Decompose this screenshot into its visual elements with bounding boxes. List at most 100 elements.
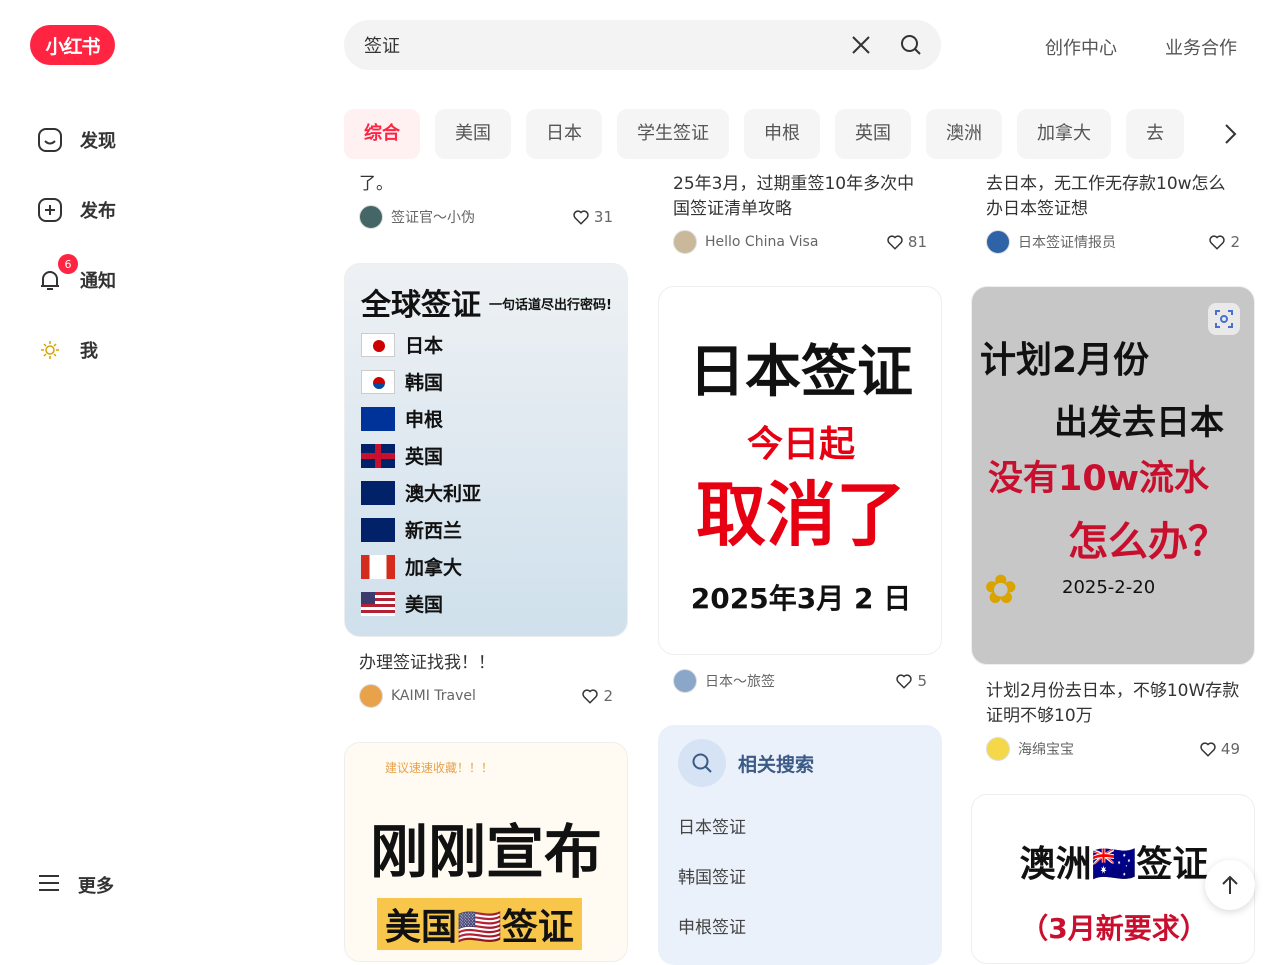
nav-discover[interactable]: 发现 bbox=[36, 120, 236, 160]
note-title: 办理签证找我！！ bbox=[359, 653, 495, 673]
chip-australia[interactable]: 澳洲 bbox=[926, 109, 1002, 159]
cover-headline: 刚刚宣布 bbox=[370, 818, 603, 886]
plus-icon bbox=[36, 196, 64, 224]
avatar bbox=[986, 230, 1010, 254]
japan-flag-icon bbox=[361, 332, 395, 357]
cover-date: 2025年3月 2 日 bbox=[690, 582, 912, 615]
related-search-item[interactable]: 申根签证 bbox=[678, 913, 922, 938]
chip-japan[interactable]: 日本 bbox=[526, 109, 602, 159]
heart-icon bbox=[887, 235, 903, 250]
avatar bbox=[673, 230, 697, 254]
like-button[interactable]: 81 bbox=[886, 233, 927, 251]
avatar bbox=[359, 684, 383, 708]
cover-headline: 计划2月份 bbox=[980, 340, 1150, 381]
chip-all[interactable]: 综合 bbox=[344, 109, 420, 159]
search-icon[interactable] bbox=[900, 34, 922, 60]
like-button[interactable]: 31 bbox=[572, 208, 613, 226]
eu-flag-icon bbox=[361, 406, 395, 431]
back-to-top-button[interactable] bbox=[1205, 860, 1255, 910]
related-search-item[interactable]: 韩国签证 bbox=[678, 863, 922, 888]
like-button[interactable]: 2 bbox=[581, 687, 613, 705]
note-card[interactable]: 去日本，无工作无存款10w怎么办日本签证想 日本签证情报员 2 bbox=[971, 162, 1255, 254]
home-icon bbox=[36, 126, 64, 154]
related-search-item[interactable]: 日本签证 bbox=[678, 813, 922, 838]
avatar bbox=[986, 737, 1010, 761]
arrow-up-icon bbox=[1222, 875, 1238, 894]
note-cover[interactable]: 计划2月份 出发去日本 没有10w流水 怎么办？ 2025-2-20 ✿ bbox=[971, 286, 1255, 665]
heart-icon bbox=[582, 689, 599, 704]
country-label: 加拿大 bbox=[405, 557, 463, 579]
nav-publish[interactable]: 发布 bbox=[36, 190, 236, 230]
note-card[interactable]: 计划2月份 出发去日本 没有10w流水 怎么办？ 2025-2-20 ✿ 计划2… bbox=[971, 286, 1255, 761]
author-name: Hello China Visa bbox=[705, 234, 819, 250]
nav-me[interactable]: 我 bbox=[36, 330, 236, 370]
notification-badge: 6 bbox=[58, 254, 78, 274]
like-button[interactable]: 5 bbox=[895, 672, 927, 690]
bell-icon: 6 bbox=[36, 254, 78, 294]
author-name: 海绵宝宝 bbox=[1018, 742, 1074, 758]
chip-usa[interactable]: 美国 bbox=[435, 109, 511, 159]
country-label: 申根 bbox=[405, 409, 444, 431]
search-input[interactable] bbox=[364, 34, 824, 56]
related-search-heading: 相关搜索 bbox=[738, 753, 815, 776]
note-card[interactable]: 全球签证 一句话道尽出行密码! 日本 韩国 申根 英国 澳大利亚 新西兰 加拿大… bbox=[344, 263, 628, 708]
note-card[interactable]: 建议速速收藏！！！ 刚刚宣布 美国🇺🇸签证 bbox=[344, 742, 628, 962]
australia-flag-icon bbox=[361, 480, 395, 505]
search-icon bbox=[678, 739, 726, 787]
chip-uk[interactable]: 英国 bbox=[835, 109, 911, 159]
cover-question: 怎么办？ bbox=[1068, 519, 1228, 565]
country-label: 美国 bbox=[405, 594, 444, 616]
avatar bbox=[359, 205, 383, 229]
author-name: KAIMI Travel bbox=[391, 688, 476, 704]
heart-icon bbox=[1209, 235, 1226, 250]
nav-publish-label: 发布 bbox=[80, 201, 116, 222]
nav-discover-label: 发现 bbox=[80, 131, 116, 152]
note-title: 了。 bbox=[359, 174, 393, 194]
more-menu[interactable]: 更多 bbox=[36, 870, 114, 900]
menu-icon bbox=[36, 870, 62, 900]
note-card[interactable]: 25年3月，过期重签10年多次中国签证清单攻略 Hello China Visa… bbox=[658, 162, 942, 254]
more-label: 更多 bbox=[78, 876, 114, 897]
nav-notify-label: 通知 bbox=[80, 271, 116, 292]
note-cover[interactable]: 全球签证 一句话道尽出行密码! 日本 韩国 申根 英国 澳大利亚 新西兰 加拿大… bbox=[344, 263, 628, 637]
like-count: 2 bbox=[603, 687, 613, 705]
note-card[interactable]: 日本签证 今日起 取消了 2025年3月 2 日 日本～旅签 5 bbox=[658, 286, 942, 693]
filter-chips: 综合 美国 日本 学生签证 申根 英国 澳洲 加拿大去 bbox=[344, 109, 1204, 159]
country-label: 英国 bbox=[405, 446, 444, 468]
like-count: 31 bbox=[593, 208, 613, 226]
country-list: 日本 韩国 申根 英国 澳大利亚 新西兰 加拿大 美国 bbox=[361, 326, 611, 622]
author-name: 签证官～小伪 bbox=[391, 210, 475, 226]
flower-icon: ✿ bbox=[984, 567, 1018, 613]
chip-canada[interactable]: 加拿大 bbox=[1017, 109, 1111, 159]
note-cover[interactable]: 建议速速收藏！！！ 刚刚宣布 美国🇺🇸签证 bbox=[344, 742, 628, 962]
country-label: 日本 bbox=[405, 335, 444, 357]
chip-schengen[interactable]: 申根 bbox=[744, 109, 820, 159]
scan-icon[interactable] bbox=[1208, 303, 1240, 335]
country-label: 澳大利亚 bbox=[405, 483, 482, 505]
cover-subline: 出发去日本 bbox=[1054, 403, 1224, 443]
chip-more[interactable]: 去 bbox=[1126, 109, 1184, 159]
cover-emphasis: 取消了 bbox=[696, 474, 906, 556]
cover-title: 全球签证 bbox=[361, 288, 481, 323]
clear-icon[interactable] bbox=[850, 34, 872, 60]
business-link[interactable]: 业务合作 bbox=[1165, 34, 1237, 60]
note-title: 去日本，无工作无存款10w怎么办日本签证想 bbox=[986, 174, 1226, 219]
heart-icon bbox=[896, 674, 913, 689]
note-cover[interactable]: 日本签证 今日起 取消了 2025年3月 2 日 bbox=[658, 286, 942, 655]
note-card[interactable]: 了。 签证官～小伪 31 bbox=[344, 162, 628, 229]
uk-flag-icon bbox=[361, 443, 395, 468]
logo[interactable]: 小红书 bbox=[30, 25, 115, 65]
note-title: 25年3月，过期重签10年多次中国签证清单攻略 bbox=[673, 174, 915, 219]
like-count: 81 bbox=[907, 233, 927, 251]
cover-subline: 美国🇺🇸签证 bbox=[377, 898, 582, 950]
author-name: 日本签证情报员 bbox=[1018, 235, 1116, 251]
note-title: 计划2月份去日本，不够10W存款证明不够10万 bbox=[986, 681, 1240, 726]
nav-notify[interactable]: 6 通知 bbox=[36, 254, 236, 300]
cover-emphasis: 没有10w流水 bbox=[988, 459, 1210, 499]
like-button[interactable]: 49 bbox=[1199, 740, 1240, 758]
chevron-right-icon[interactable] bbox=[1218, 122, 1242, 150]
like-button[interactable]: 2 bbox=[1208, 233, 1240, 251]
chip-student-visa[interactable]: 学生签证 bbox=[617, 109, 729, 159]
author-name: 日本～旅签 bbox=[705, 674, 775, 690]
creator-center-link[interactable]: 创作中心 bbox=[1045, 34, 1117, 60]
